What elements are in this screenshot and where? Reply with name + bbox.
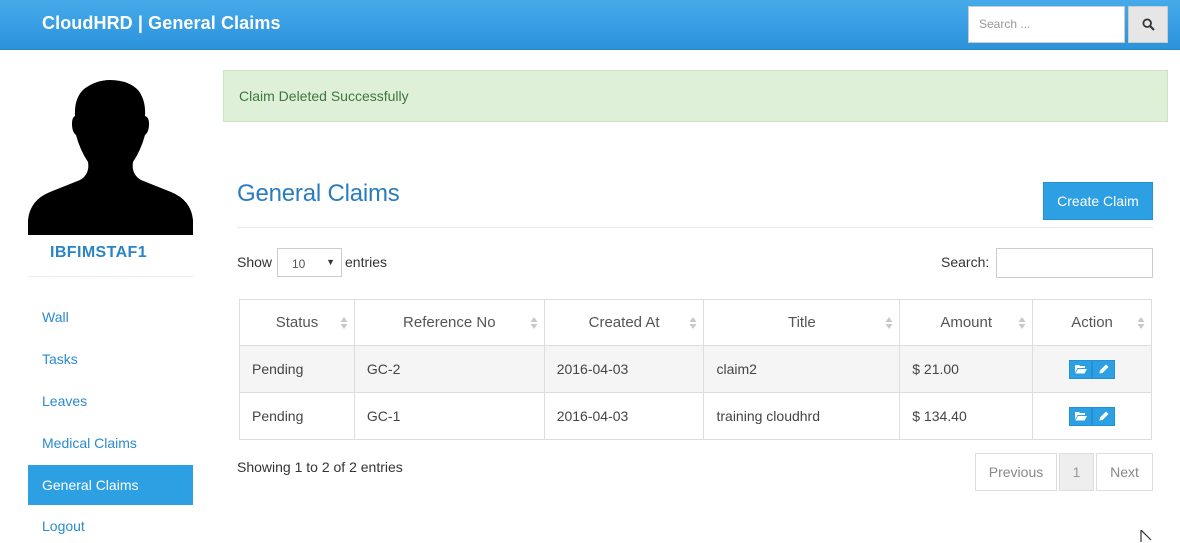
column-header-status[interactable]: Status: [239, 299, 355, 346]
edit-button[interactable]: [1092, 359, 1116, 379]
search-icon: [1141, 18, 1155, 31]
username: IBFIMSTAF1: [28, 244, 193, 277]
cell-action: [1032, 392, 1152, 440]
page-title: General Claims: [237, 180, 400, 207]
view-button[interactable]: [1069, 359, 1093, 379]
sidebar-item-general-claims[interactable]: General Claims: [28, 465, 193, 505]
claims-table: Status Reference No Created At Title Amo…: [239, 299, 1152, 440]
sidebar-item-tasks[interactable]: Tasks: [28, 338, 193, 380]
sidebar-item-leaves[interactable]: Leaves: [28, 380, 193, 422]
sort-icon: [1137, 317, 1145, 329]
cell-title: claim2: [703, 345, 901, 393]
folder-open-icon: [1074, 365, 1087, 374]
cell-amount: $ 21.00: [899, 345, 1034, 393]
folder-open-icon: [1074, 412, 1087, 421]
table-row: Pending GC-2 2016-04-03 claim2 $ 21.00: [239, 345, 1152, 393]
cell-created-at: 2016-04-03: [543, 392, 705, 440]
column-header-reference-no[interactable]: Reference No: [353, 299, 545, 346]
mouse-cursor-icon: [1140, 530, 1152, 542]
sort-icon: [530, 317, 538, 329]
show-label: Show: [237, 254, 273, 270]
search-input[interactable]: Search ...: [968, 6, 1125, 43]
next-page-button[interactable]: Next: [1096, 453, 1153, 491]
success-alert: Claim Deleted Successfully: [223, 70, 1168, 122]
create-claim-button[interactable]: Create Claim: [1043, 182, 1153, 220]
entries-select[interactable]: 10 ▼: [277, 248, 342, 277]
column-header-label: Status: [275, 314, 319, 331]
entries-label: entries: [345, 254, 388, 270]
column-header-label: Amount: [940, 314, 993, 331]
top-navbar: CloudHRD | General Claims Search ...: [0, 0, 1180, 50]
column-header-label: Reference No: [403, 314, 496, 331]
column-header-title[interactable]: Title: [703, 299, 901, 346]
sort-icon: [340, 317, 348, 329]
cell-status: Pending: [239, 392, 355, 440]
sort-icon: [689, 317, 697, 329]
previous-page-button[interactable]: Previous: [975, 453, 1057, 491]
view-button[interactable]: [1069, 406, 1093, 426]
sidebar-nav: Wall Tasks Leaves Medical Claims General…: [28, 296, 193, 543]
column-header-label: Created At: [588, 314, 660, 331]
entries-select-value: 10: [292, 257, 306, 271]
cell-title: training cloudhrd: [703, 392, 901, 440]
cell-status: Pending: [239, 345, 355, 393]
sort-icon: [1018, 317, 1026, 329]
page-1-button[interactable]: 1: [1059, 453, 1094, 491]
table-row: Pending GC-1 2016-04-03 training cloudhr…: [239, 392, 1152, 440]
edit-button[interactable]: [1092, 406, 1116, 426]
table-search-input[interactable]: [996, 248, 1153, 278]
column-header-amount[interactable]: Amount: [899, 299, 1034, 346]
sort-icon: [885, 317, 893, 329]
cell-action: [1032, 345, 1152, 393]
table-search-label: Search:: [941, 254, 990, 270]
column-header-label: Title: [787, 314, 816, 331]
caret-down-icon: ▼: [326, 257, 335, 267]
sidebar-item-wall[interactable]: Wall: [28, 296, 193, 338]
cell-created-at: 2016-04-03: [543, 345, 705, 393]
cell-reference-no: GC-2: [353, 345, 545, 393]
column-header-action[interactable]: Action: [1032, 299, 1152, 346]
divider: [237, 227, 1153, 228]
pencil-icon: [1099, 364, 1109, 374]
column-header-label: Action: [1071, 314, 1113, 331]
sidebar-item-medical-claims[interactable]: Medical Claims: [28, 422, 193, 464]
cell-reference-no: GC-1: [353, 392, 545, 440]
table-info: Showing 1 to 2 of 2 entries: [237, 459, 403, 475]
pagination: Previous 1 Next: [975, 453, 1153, 491]
avatar: [28, 80, 193, 235]
column-header-created-at[interactable]: Created At: [543, 299, 705, 346]
app-brand[interactable]: CloudHRD | General Claims: [42, 13, 281, 34]
pencil-icon: [1099, 411, 1109, 421]
cell-amount: $ 134.40: [899, 392, 1034, 440]
search-button[interactable]: [1128, 6, 1168, 43]
sidebar-item-logout[interactable]: Logout: [28, 505, 193, 543]
